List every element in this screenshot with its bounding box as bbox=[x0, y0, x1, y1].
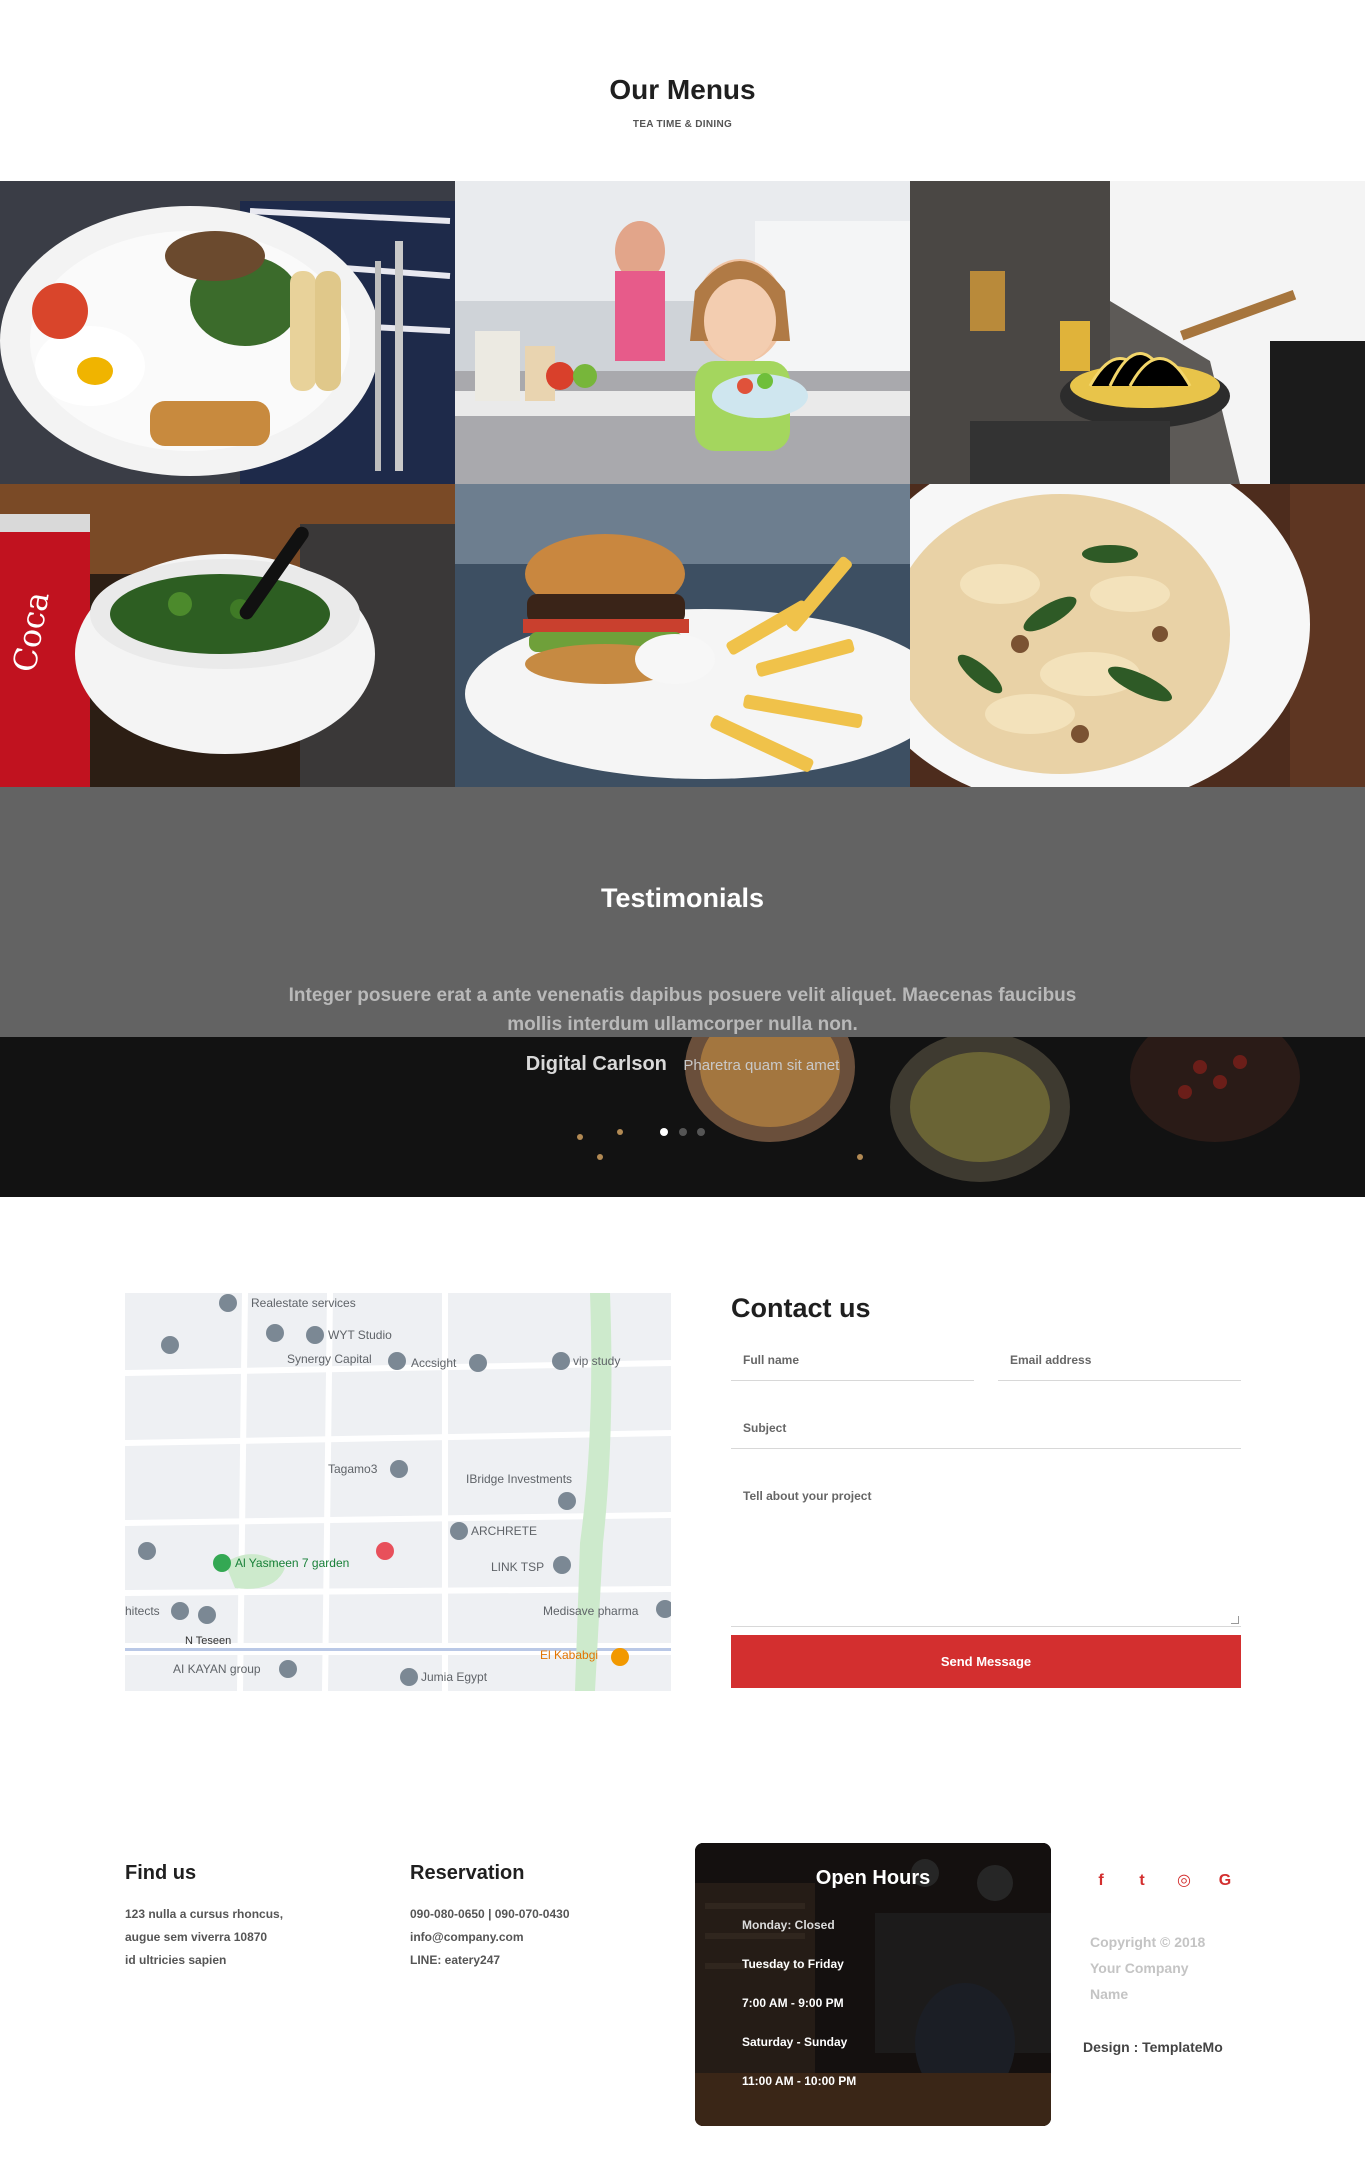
map-label: Realestate services bbox=[251, 1296, 356, 1310]
salad-bowl-cola-image[interactable]: Coca bbox=[0, 484, 455, 787]
map-label: N Teseen bbox=[185, 1635, 231, 1647]
hours-line: 7:00 AM - 9:00 PM bbox=[742, 1996, 844, 2010]
find-us-title: Find us bbox=[125, 1862, 197, 1884]
send-message-button[interactable]: Send Message bbox=[731, 1635, 1241, 1688]
map-label: WYT Studio bbox=[328, 1328, 392, 1342]
instagram-icon[interactable]: ◎ bbox=[1173, 1870, 1195, 1892]
copyright-line: Copyright © 2018 bbox=[1090, 1934, 1206, 1950]
testimonial-author-role: Pharetra quam sit amet bbox=[683, 1057, 840, 1074]
find-us-address: 123 nulla a cursus rhoncus, augue sem vi… bbox=[125, 1903, 283, 1972]
testimonials-section: Testimonials Integer posuere erat a ante… bbox=[0, 787, 1365, 1197]
breakfast-plate-image[interactable] bbox=[0, 181, 455, 484]
testimonial-author-name: Digital Carlson bbox=[525, 1053, 667, 1075]
map-label: AI KAYAN group bbox=[173, 1662, 261, 1676]
copyright-line: Your Company bbox=[1090, 1960, 1189, 1976]
map-label: Jumia Egypt bbox=[421, 1670, 488, 1684]
carousel-dot[interactable] bbox=[696, 1128, 705, 1136]
location-map[interactable]: Realestate services WYT Studio Synergy C… bbox=[125, 1293, 671, 1691]
kitchen-girl-salad-image[interactable] bbox=[455, 181, 910, 484]
find-us-column: Find us 123 nulla a cursus rhoncus, augu… bbox=[125, 1862, 283, 1972]
testimonial-quote: Integer posuere erat a ante venenatis da… bbox=[288, 985, 1077, 1035]
map-label: Accsight bbox=[411, 1356, 457, 1370]
menu-gallery: Coca bbox=[0, 181, 1365, 787]
facebook-icon[interactable]: f bbox=[1090, 1870, 1112, 1892]
map-label: Tagamo3 bbox=[328, 1462, 378, 1476]
burger-fries-image[interactable] bbox=[455, 484, 910, 787]
map-label: hitects bbox=[125, 1604, 160, 1618]
menus-subtitle: TEA TIME & DINING bbox=[632, 119, 733, 130]
hours-line: Tuesday to Friday bbox=[742, 1957, 844, 1971]
carousel-dot[interactable] bbox=[678, 1128, 687, 1136]
design-credit[interactable]: Design : TemplateMo bbox=[1083, 2039, 1223, 2055]
address-line: id ultricies sapien bbox=[125, 1953, 227, 1967]
copyright-line: Name bbox=[1090, 1986, 1129, 2002]
social-links: f t ◎ G bbox=[1090, 1870, 1240, 1892]
google-icon[interactable]: G bbox=[1214, 1870, 1236, 1892]
carousel-dots bbox=[0, 1123, 1365, 1141]
carousel-dot[interactable] bbox=[660, 1128, 669, 1136]
map-label: Synergy Capital bbox=[287, 1352, 372, 1366]
hours-line: Saturday - Sunday bbox=[742, 2035, 848, 2049]
map-label: Al Yasmeen 7 garden bbox=[235, 1556, 349, 1570]
map-label: vip study bbox=[573, 1354, 620, 1368]
reservation-email[interactable]: info@company.com bbox=[410, 1926, 570, 1949]
hours-line: Monday: Closed bbox=[742, 1918, 835, 1932]
pasta-plate-image[interactable] bbox=[910, 484, 1365, 787]
chef-cooking-pasta-image[interactable] bbox=[910, 181, 1365, 484]
testimonials-title: Testimonials bbox=[600, 883, 765, 913]
contact-form: Contact us Full name Email address Subje… bbox=[731, 1293, 1241, 1693]
subject-field[interactable]: Subject bbox=[731, 1409, 1241, 1449]
open-hours-card: Open Hours Monday: Closed Tuesday to Fri… bbox=[695, 1843, 1051, 2126]
resize-handle-icon[interactable] bbox=[1231, 1616, 1239, 1624]
twitter-icon[interactable]: t bbox=[1131, 1870, 1153, 1892]
menus-title: Our Menus bbox=[609, 74, 756, 105]
full-name-field[interactable]: Full name bbox=[731, 1341, 974, 1381]
hours-line: 11:00 AM - 10:00 PM bbox=[742, 2074, 857, 2088]
menus-section-header: Our Menus TEA TIME & DINING bbox=[0, 0, 1365, 181]
email-field[interactable]: Email address bbox=[998, 1341, 1241, 1381]
address-line: augue sem viverra 10870 bbox=[125, 1930, 268, 1944]
map-label: Medisave pharma bbox=[543, 1604, 639, 1618]
map-label: IBridge Investments bbox=[466, 1472, 572, 1486]
reservation-column: Reservation 090-080-0650 | 090-070-0430 … bbox=[410, 1862, 570, 1972]
message-placeholder: Tell about your project bbox=[743, 1489, 872, 1503]
reservation-phone: 090-080-0650 | 090-070-0430 bbox=[410, 1907, 570, 1921]
message-textarea[interactable]: Tell about your project bbox=[731, 1477, 1241, 1627]
reservation-title: Reservation bbox=[410, 1862, 525, 1884]
map-label: ARCHRETE bbox=[471, 1524, 537, 1538]
copyright-text: Copyright © 2018 Your Company Name bbox=[1090, 1929, 1240, 2007]
map-label: El Kababgi bbox=[540, 1648, 598, 1662]
open-hours-title: Open Hours bbox=[815, 1867, 931, 1889]
reservation-line: LINE: eatery247 bbox=[410, 1953, 501, 1967]
testimonial-author: Digital Carlson Pharetra quam sit amet bbox=[0, 1053, 1365, 1076]
contact-title: Contact us bbox=[731, 1293, 871, 1323]
address-line: 123 nulla a cursus rhoncus, bbox=[125, 1907, 284, 1921]
map-label: LINK TSP bbox=[491, 1560, 544, 1574]
reservation-details: 090-080-0650 | 090-070-0430 info@company… bbox=[410, 1903, 570, 1972]
